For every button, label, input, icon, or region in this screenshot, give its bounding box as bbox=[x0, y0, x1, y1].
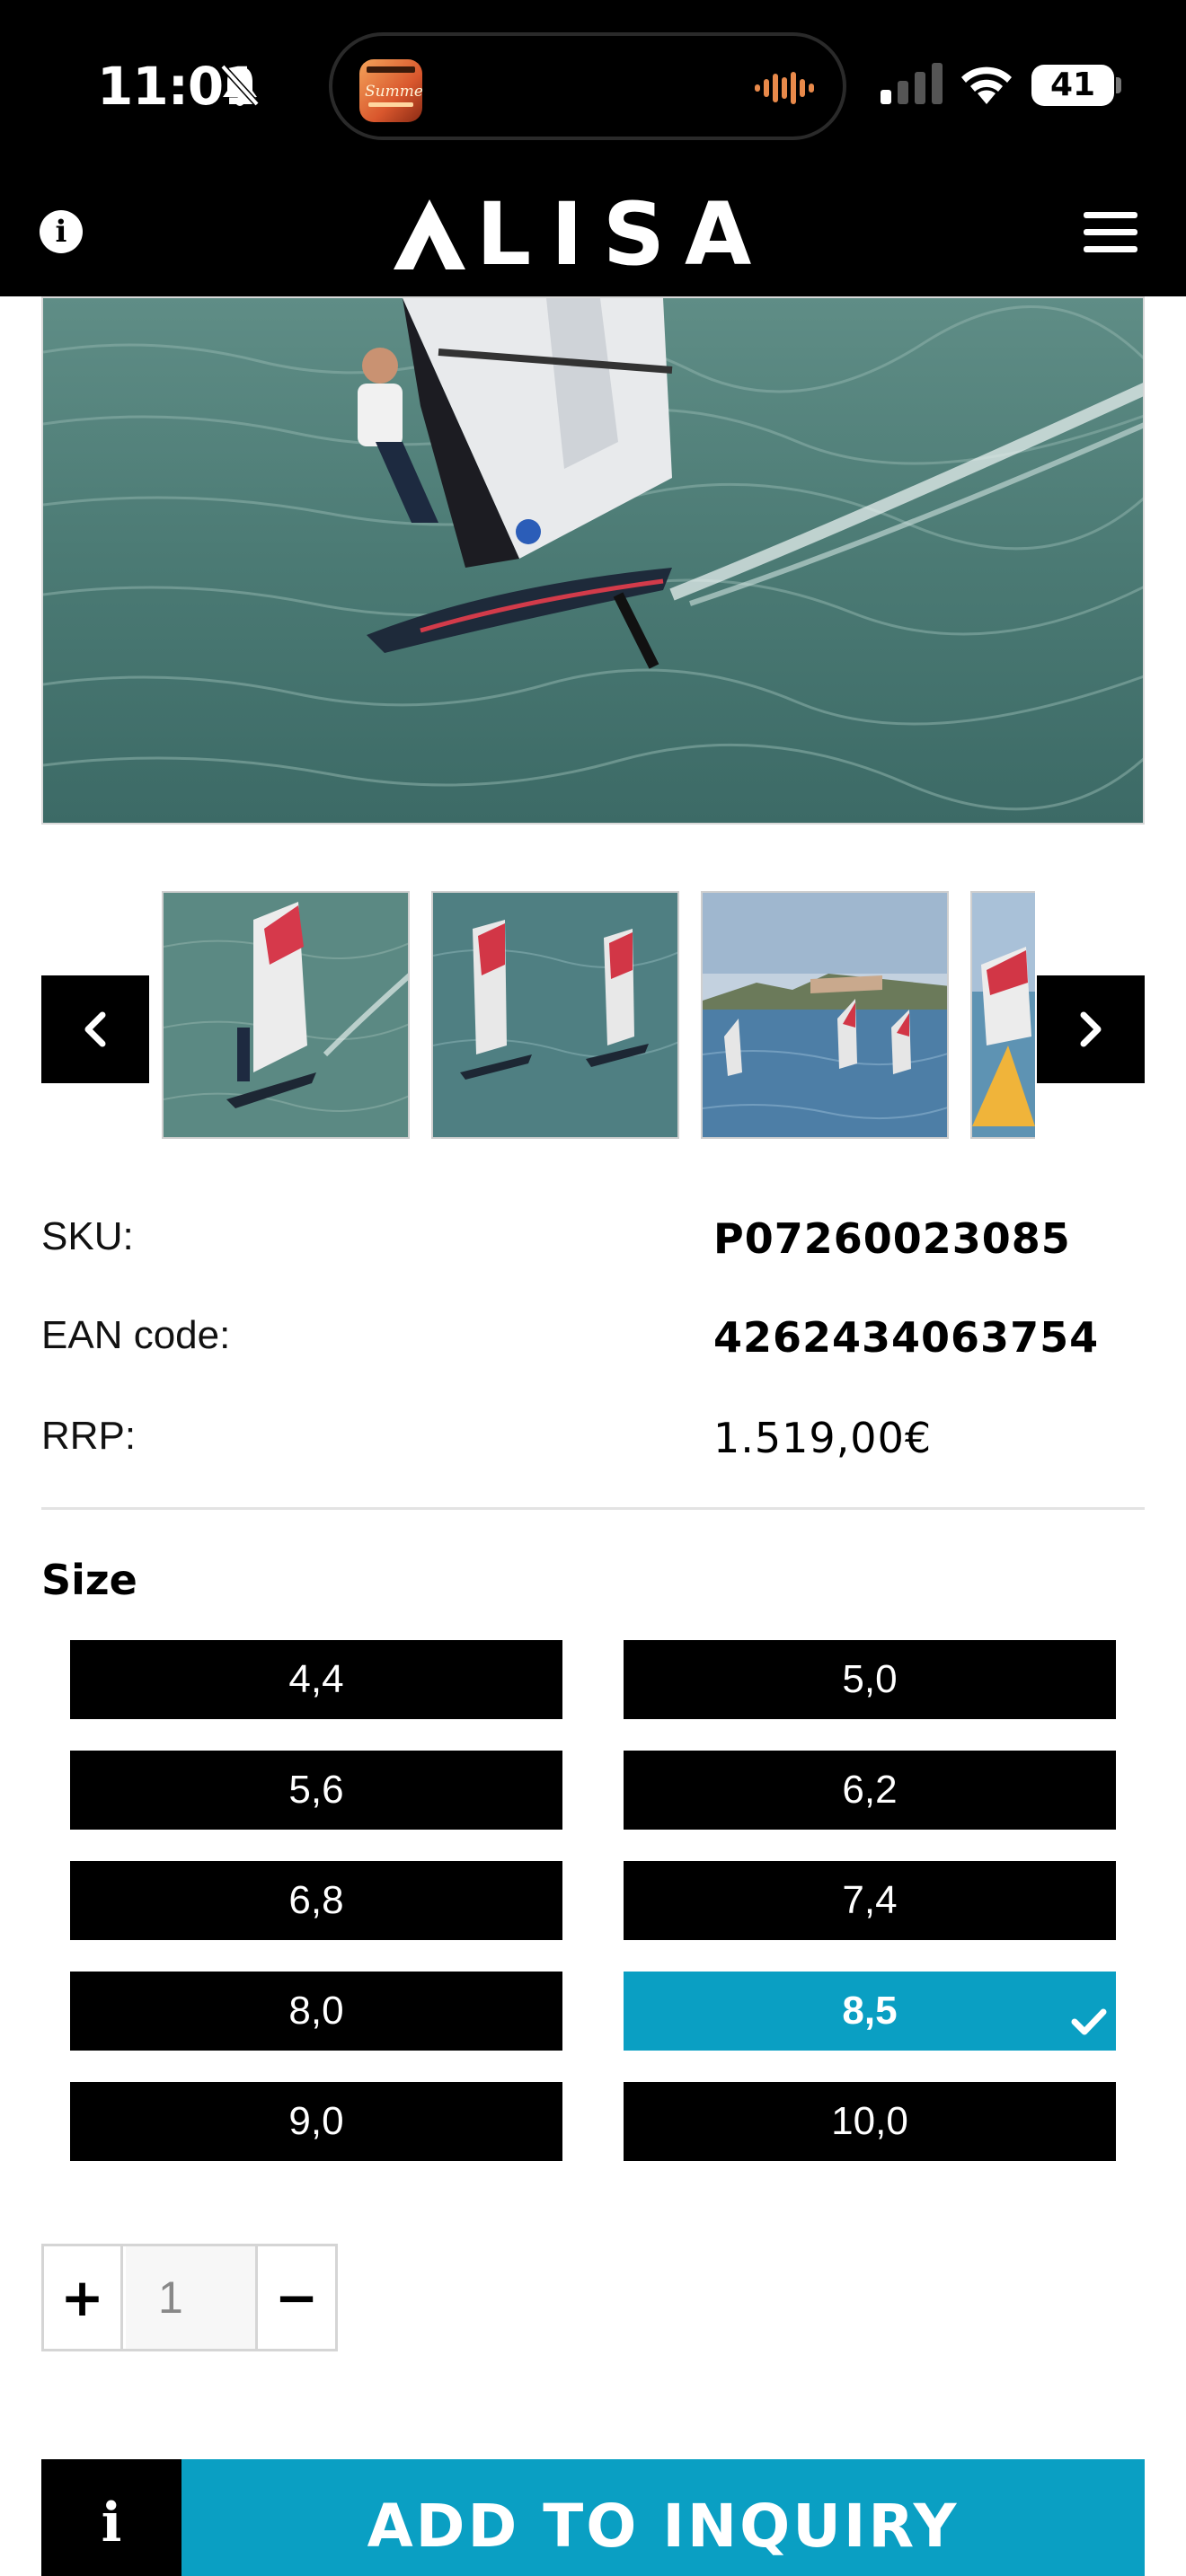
info-icon: i bbox=[101, 2492, 122, 2554]
gallery-next-button[interactable] bbox=[1037, 975, 1145, 1083]
size-option[interactable]: 6,8 bbox=[70, 1861, 562, 1940]
size-option[interactable]: 4,4 bbox=[70, 1640, 562, 1719]
island-app-label: Summer bbox=[365, 83, 422, 101]
quantity-increase-button[interactable]: + bbox=[44, 2246, 123, 2349]
add-to-inquiry-button[interactable]: ADD TO INQUIRY bbox=[181, 2459, 1145, 2576]
bell-slash-icon bbox=[219, 63, 261, 112]
logo-text: LISA bbox=[476, 184, 772, 285]
spec-row-rrp: RRP: 1.519,00€ bbox=[41, 1414, 1145, 1468]
info-icon[interactable]: i bbox=[40, 210, 83, 253]
quantity-input[interactable] bbox=[126, 2246, 255, 2349]
product-hero-image[interactable] bbox=[41, 296, 1145, 825]
spec-row-sku: SKU: P07260023085 bbox=[41, 1214, 1145, 1268]
thumbnail-4[interactable] bbox=[970, 891, 1035, 1139]
size-option[interactable]: 6,2 bbox=[624, 1751, 1116, 1830]
chevron-left-icon bbox=[84, 1011, 106, 1047]
size-option[interactable]: 8,0 bbox=[70, 1972, 562, 2051]
spec-row-ean: EAN code: 4262434063754 bbox=[41, 1313, 1145, 1367]
spec-value: 4262434063754 bbox=[713, 1313, 1100, 1362]
logo-mark-icon bbox=[394, 199, 465, 269]
size-option[interactable]: 9,0 bbox=[70, 2082, 562, 2161]
size-option[interactable]: 7,4 bbox=[624, 1861, 1116, 1940]
quantity-stepper: + − bbox=[41, 2244, 338, 2351]
island-app-icon: Summer bbox=[359, 59, 422, 122]
spec-label: RRP: bbox=[41, 1414, 137, 1458]
size-title: Size bbox=[41, 1556, 137, 1604]
spec-value: 1.519,00€ bbox=[713, 1414, 933, 1462]
size-option-label: 8,5 bbox=[842, 1989, 898, 2033]
dynamic-island[interactable]: Summer bbox=[329, 32, 846, 140]
thumbnail-3[interactable] bbox=[701, 891, 949, 1139]
cellular-signal-icon bbox=[881, 63, 945, 109]
checkmark-icon bbox=[1071, 1984, 1107, 2063]
hamburger-menu-icon[interactable] bbox=[1084, 212, 1137, 253]
size-option[interactable]: 5,6 bbox=[70, 1751, 562, 1830]
gallery-prev-button[interactable] bbox=[41, 975, 149, 1083]
status-bar: 11:01 Summer bbox=[0, 0, 1186, 171]
size-option[interactable]: 10,0 bbox=[624, 2082, 1116, 2161]
gallery-thumbnails bbox=[162, 891, 1035, 1139]
spec-label: EAN code: bbox=[41, 1313, 231, 1357]
thumbnail-2[interactable] bbox=[431, 891, 679, 1139]
brand-logo[interactable]: LISA bbox=[392, 184, 794, 285]
spec-label: SKU: bbox=[41, 1214, 134, 1258]
divider bbox=[41, 1507, 1145, 1510]
chevron-right-icon bbox=[1080, 1011, 1102, 1047]
spec-value: P07260023085 bbox=[713, 1214, 1071, 1263]
audio-waveform-icon bbox=[753, 70, 816, 110]
thumbnail-1[interactable] bbox=[162, 891, 410, 1139]
wifi-icon bbox=[958, 59, 1015, 110]
size-option[interactable]: 5,0 bbox=[624, 1640, 1116, 1719]
quantity-decrease-button[interactable]: − bbox=[255, 2246, 335, 2349]
app-header: i LISA bbox=[0, 171, 1186, 296]
size-option-selected[interactable]: 8,5 bbox=[624, 1972, 1116, 2051]
inquiry-info-button[interactable]: i bbox=[41, 2459, 181, 2576]
battery-level: 41 bbox=[1049, 66, 1096, 103]
